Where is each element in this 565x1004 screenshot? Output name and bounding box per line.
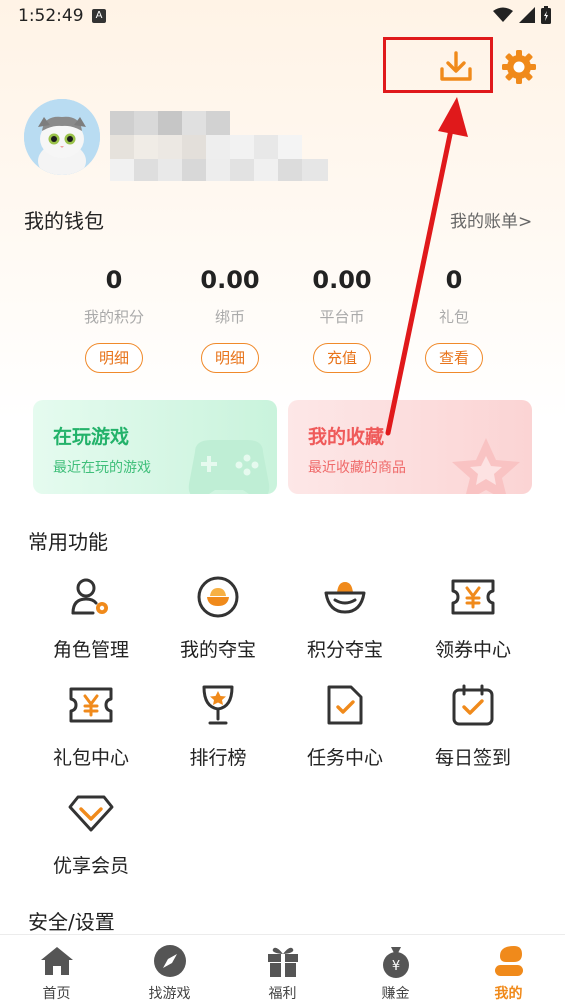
func-label: 积分夺宝 (306, 639, 383, 661)
money-bag-icon: ¥ (378, 943, 414, 979)
bound-coins-detail-button[interactable]: 明细 (201, 343, 259, 373)
recharge-button[interactable]: 充值 (313, 343, 371, 373)
card-title: 我的收藏 (308, 426, 385, 448)
nav-mine[interactable]: 我的 (452, 943, 565, 1003)
settings-button[interactable] (500, 48, 538, 86)
func-task-center[interactable]: 任务中心 (281, 681, 409, 770)
nav-label: 福利 (268, 986, 297, 1002)
download-icon (440, 51, 472, 81)
nav-home[interactable]: 首页 (0, 943, 113, 1003)
func-label: 礼包中心 (52, 747, 129, 769)
stat-value: 0.00 (200, 266, 260, 294)
func-label: 角色管理 (52, 639, 129, 661)
func-gift-center[interactable]: 礼包中心 (27, 681, 155, 770)
stat-label: 我的积分 (83, 308, 144, 326)
compass-icon (152, 943, 188, 979)
func-coupon-center[interactable]: 领券中心 (409, 573, 537, 662)
func-label: 排行榜 (189, 747, 247, 769)
gear-icon (502, 50, 536, 84)
points-detail-button[interactable]: 明细 (85, 343, 143, 373)
bottom-nav: 首页 找游戏 福利 ¥ 赚金 我的 (0, 934, 565, 1004)
nav-find-games[interactable]: 找游戏 (113, 943, 226, 1003)
points-treasure-icon (321, 573, 369, 621)
nav-label: 赚金 (381, 986, 410, 1002)
gift-pack-icon (67, 681, 115, 729)
wallet-title: 我的钱包 (24, 209, 104, 233)
card-subtitle: 最近收藏的商品 (308, 460, 406, 476)
svg-text:¥: ¥ (391, 959, 399, 974)
stat-points: 0 我的积分 明细 (54, 266, 174, 373)
nav-welfare[interactable]: 福利 (226, 943, 339, 1003)
vip-icon (67, 789, 115, 837)
playing-games-card[interactable]: 在玩游戏 最近在玩的游戏 (33, 400, 277, 494)
func-label: 我的夺宝 (179, 639, 256, 661)
gift-icon (265, 943, 301, 979)
func-label: 任务中心 (306, 747, 383, 769)
func-label: 优享会员 (52, 855, 129, 877)
checkin-icon (449, 681, 497, 729)
gamepad-icon (188, 440, 270, 494)
func-points-treasure[interactable]: 积分夺宝 (281, 573, 409, 662)
signal-icon (519, 7, 535, 23)
user-icon (491, 943, 527, 979)
stat-bound-coins: 0.00 绑币 明细 (170, 266, 290, 373)
cat-avatar-image (24, 99, 100, 175)
avatar[interactable] (24, 99, 100, 175)
nav-label: 找游戏 (148, 986, 191, 1002)
notification-icon: A (92, 9, 106, 23)
coupon-icon (449, 573, 497, 621)
stat-label: 绑币 (214, 308, 245, 326)
status-bar: 1:52:49 A (0, 0, 565, 34)
func-role-manage[interactable]: 角色管理 (27, 573, 155, 662)
func-vip[interactable]: 优享会员 (27, 789, 155, 878)
home-icon (39, 943, 75, 979)
func-label: 领券中心 (434, 639, 511, 661)
blurred-username (110, 108, 335, 186)
annotation-arrow (385, 97, 468, 436)
star-icon (452, 438, 520, 494)
nav-label: 首页 (42, 986, 71, 1002)
trophy-icon (194, 681, 242, 729)
func-my-treasure[interactable]: 我的夺宝 (154, 573, 282, 662)
security-settings-title: 安全/设置 (28, 910, 115, 934)
functions-title: 常用功能 (28, 530, 108, 554)
task-icon (321, 681, 369, 729)
stat-value: 0 (105, 266, 123, 294)
nav-earn[interactable]: ¥ 赚金 (339, 943, 452, 1003)
card-title: 在玩游戏 (53, 426, 130, 448)
card-subtitle: 最近在玩的游戏 (53, 460, 151, 476)
battery-icon (541, 6, 551, 24)
my-treasure-icon (194, 573, 242, 621)
download-button[interactable] (437, 48, 475, 86)
wifi-icon (493, 7, 513, 22)
status-time: 1:52:49 (18, 6, 84, 26)
func-leaderboard[interactable]: 排行榜 (154, 681, 282, 770)
func-label: 每日签到 (434, 747, 511, 769)
status-icons (493, 6, 551, 24)
nav-label: 我的 (494, 986, 523, 1002)
func-daily-checkin[interactable]: 每日签到 (409, 681, 537, 770)
role-manage-icon (67, 573, 115, 621)
